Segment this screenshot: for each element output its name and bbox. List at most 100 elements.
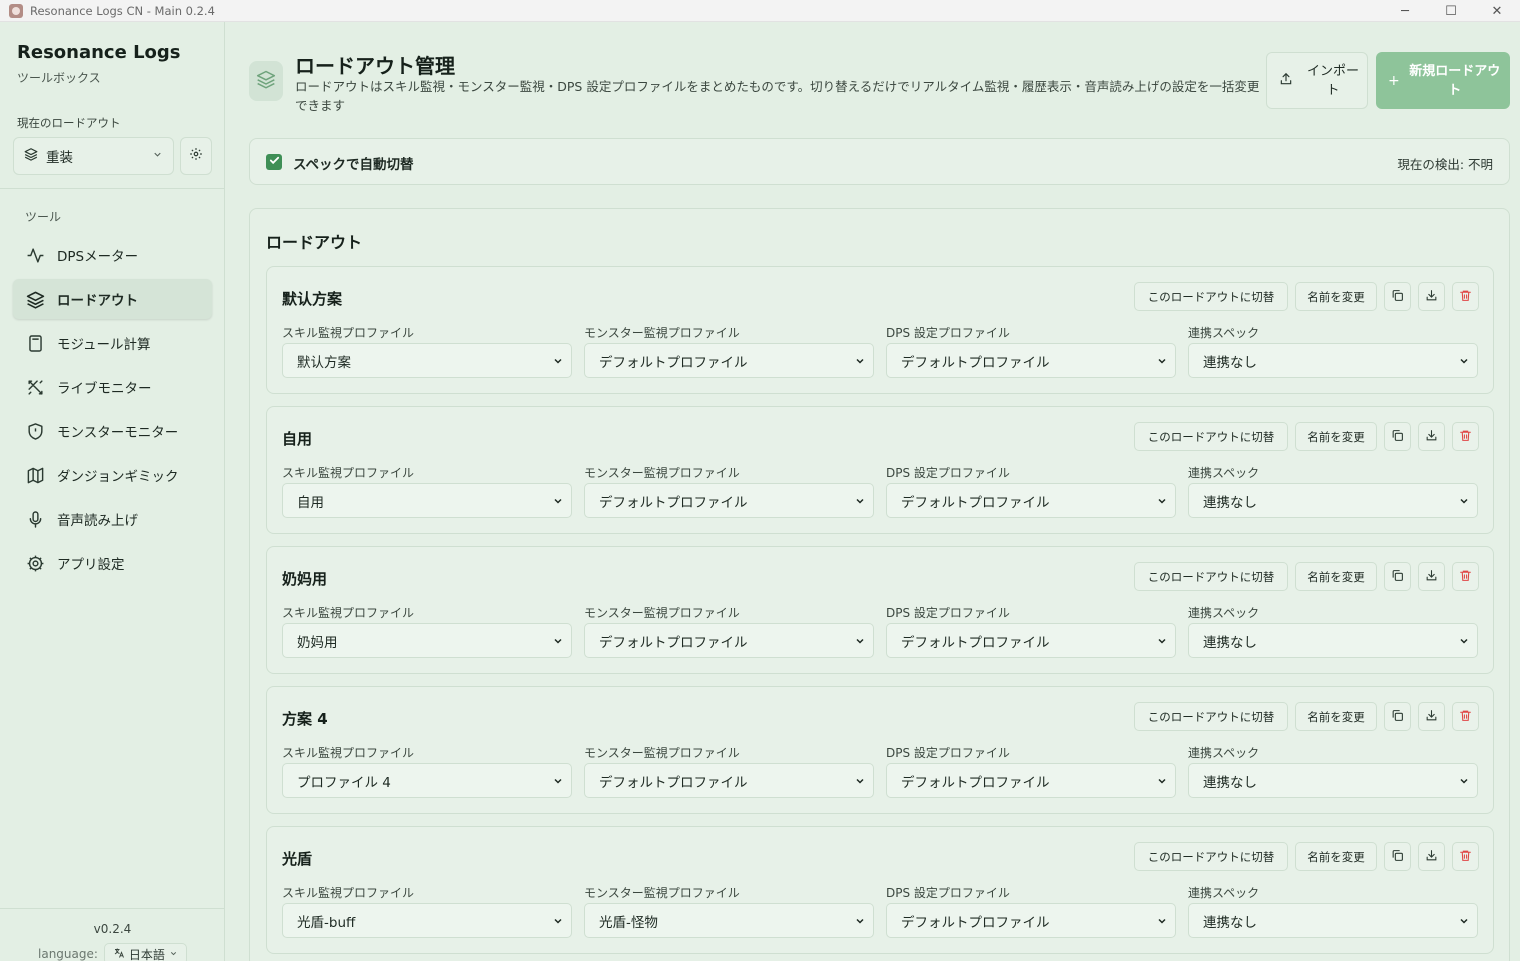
chevron-down-icon <box>1156 355 1168 371</box>
export-loadout-button[interactable] <box>1418 842 1445 871</box>
monster-profile-label: モンスター監視プロファイル <box>584 886 740 900</box>
monster-profile-select[interactable]: デフォルトプロファイル <box>584 343 874 378</box>
linked-spec-select[interactable]: 連携なし <box>1188 483 1478 518</box>
switch-loadout-button[interactable]: このロードアウトに切替 <box>1134 282 1288 311</box>
loadout-actions: このロードアウトに切替 名前を変更 <box>1134 562 1479 591</box>
delete-loadout-button[interactable] <box>1452 842 1479 871</box>
export-loadout-button[interactable] <box>1418 702 1445 731</box>
monster-profile-select[interactable]: 光盾-怪物 <box>584 903 874 938</box>
maximize-button[interactable]: ☐ <box>1428 0 1474 22</box>
sidebar-item-loadout[interactable]: ロードアウト <box>13 279 212 319</box>
chevron-down-icon <box>552 775 564 791</box>
translate-icon <box>113 947 125 961</box>
switch-loadout-button[interactable]: このロードアウトに切替 <box>1134 702 1288 731</box>
current-loadout-select[interactable]: 重装 <box>13 137 174 175</box>
monster-profile-field: モンスター監視プロファイル デフォルトプロファイル <box>584 604 874 658</box>
sidebar-item-module-calc[interactable]: モジュール計算 <box>13 323 212 363</box>
page-header-icon <box>249 61 283 101</box>
current-loadout-label: 現在のロードアウト <box>17 116 121 130</box>
monster-profile-select[interactable]: デフォルトプロファイル <box>584 483 874 518</box>
sidebar: Resonance Logs ツールボックス 現在のロードアウト 重装 ツール … <box>0 22 225 961</box>
chevron-down-icon <box>1458 635 1470 651</box>
auto-switch-bar: スペックで自動切替 現在の検出: 不明 <box>249 138 1510 185</box>
chevron-down-icon <box>854 355 866 371</box>
dps-profile-select[interactable]: デフォルトプロファイル <box>886 623 1176 658</box>
new-loadout-button[interactable]: + 新規ロードアウト <box>1376 52 1510 109</box>
sidebar-item-dps-meter[interactable]: DPSメーター <box>13 235 212 275</box>
import-button[interactable]: インポート <box>1266 52 1368 109</box>
chevron-down-icon <box>552 495 564 511</box>
duplicate-loadout-button[interactable] <box>1384 422 1411 451</box>
download-icon <box>1425 849 1438 865</box>
linked-spec-select[interactable]: 連携なし <box>1188 343 1478 378</box>
loadout-settings-button[interactable] <box>180 137 212 175</box>
sidebar-item-tts[interactable]: 音声読み上げ <box>13 499 212 539</box>
monster-profile-select[interactable]: デフォルトプロファイル <box>584 623 874 658</box>
switch-loadout-button[interactable]: このロードアウトに切替 <box>1134 562 1288 591</box>
rename-loadout-button[interactable]: 名前を変更 <box>1295 422 1377 451</box>
export-loadout-button[interactable] <box>1418 562 1445 591</box>
swords-icon <box>25 377 45 397</box>
copy-icon <box>1391 429 1404 445</box>
layers-icon <box>24 147 38 165</box>
rename-loadout-button[interactable]: 名前を変更 <box>1295 702 1377 731</box>
delete-loadout-button[interactable] <box>1452 282 1479 311</box>
dps-profile-select[interactable]: デフォルトプロファイル <box>886 343 1176 378</box>
delete-loadout-button[interactable] <box>1452 562 1479 591</box>
delete-loadout-button[interactable] <box>1452 422 1479 451</box>
dps-profile-select[interactable]: デフォルトプロファイル <box>886 903 1176 938</box>
monster-profile-select[interactable]: デフォルトプロファイル <box>584 763 874 798</box>
sidebar-item-label: アプリ設定 <box>57 557 125 573</box>
linked-spec-value: 連携なし <box>1203 354 1257 371</box>
duplicate-loadout-button[interactable] <box>1384 282 1411 311</box>
sidebar-item-app-settings[interactable]: アプリ設定 <box>13 543 212 583</box>
calculator-icon <box>25 333 45 353</box>
skill-profile-label: スキル監視プロファイル <box>282 746 415 760</box>
delete-loadout-button[interactable] <box>1452 702 1479 731</box>
window-titlebar: Resonance Logs CN - Main 0.2.4 ─ ☐ ✕ <box>0 0 1520 22</box>
detection-status: 現在の検出: 不明 <box>1397 157 1493 172</box>
loadout-fields: スキル監視プロファイル 自用 モンスター監視プロファイル デフォルトプロファイル… <box>282 464 1490 518</box>
switch-loadout-button[interactable]: このロードアウトに切替 <box>1134 422 1288 451</box>
dps-profile-select[interactable]: デフォルトプロファイル <box>886 483 1176 518</box>
duplicate-loadout-button[interactable] <box>1384 562 1411 591</box>
language-select[interactable]: 日本語 <box>103 943 187 961</box>
export-loadout-button[interactable] <box>1418 282 1445 311</box>
skill-profile-select[interactable]: 默认方案 <box>282 343 572 378</box>
auto-switch-checkbox[interactable] <box>266 154 282 170</box>
chevron-down-icon <box>552 355 564 371</box>
skill-profile-select[interactable]: 光盾-buff <box>282 903 572 938</box>
sidebar-item-live-monitor[interactable]: ライブモニター <box>13 367 212 407</box>
trash-icon <box>1459 429 1472 445</box>
monster-profile-field: モンスター監視プロファイル デフォルトプロファイル <box>584 744 874 798</box>
linked-spec-select[interactable]: 連携なし <box>1188 623 1478 658</box>
rename-loadout-button[interactable]: 名前を変更 <box>1295 282 1377 311</box>
sidebar-item-monster-monitor[interactable]: モンスターモニター <box>13 411 212 451</box>
dps-profile-value: デフォルトプロファイル <box>901 494 1050 511</box>
chevron-down-icon <box>1458 355 1470 371</box>
duplicate-loadout-button[interactable] <box>1384 842 1411 871</box>
settings-icon <box>25 553 45 573</box>
monster-profile-value: 光盾-怪物 <box>599 914 658 931</box>
duplicate-loadout-button[interactable] <box>1384 702 1411 731</box>
skill-profile-select[interactable]: 自用 <box>282 483 572 518</box>
brand-subtitle: ツールボックス <box>17 71 101 85</box>
sidebar-item-dungeon-gimmick[interactable]: ダンジョンギミック <box>13 455 212 495</box>
chevron-down-icon <box>152 149 163 164</box>
minimize-button[interactable]: ─ <box>1382 0 1428 22</box>
export-loadout-button[interactable] <box>1418 422 1445 451</box>
linked-spec-select[interactable]: 連携なし <box>1188 903 1478 938</box>
new-loadout-label: 新規ロードアウト <box>1409 63 1501 98</box>
chevron-down-icon <box>1458 915 1470 931</box>
check-icon <box>269 155 280 170</box>
switch-loadout-button[interactable]: このロードアウトに切替 <box>1134 842 1288 871</box>
rename-loadout-button[interactable]: 名前を変更 <box>1295 842 1377 871</box>
dps-profile-select[interactable]: デフォルトプロファイル <box>886 763 1176 798</box>
linked-spec-select[interactable]: 連携なし <box>1188 763 1478 798</box>
close-button[interactable]: ✕ <box>1474 0 1520 22</box>
rename-loadout-button[interactable]: 名前を変更 <box>1295 562 1377 591</box>
loadouts-panel: ロードアウト 默认方案 このロードアウトに切替 名前を変更 スキル監視プロファイ… <box>249 208 1510 961</box>
skill-profile-select[interactable]: プロファイル 4 <box>282 763 572 798</box>
skill-profile-select[interactable]: 奶妈用 <box>282 623 572 658</box>
monster-profile-label: モンスター監視プロファイル <box>584 326 740 340</box>
